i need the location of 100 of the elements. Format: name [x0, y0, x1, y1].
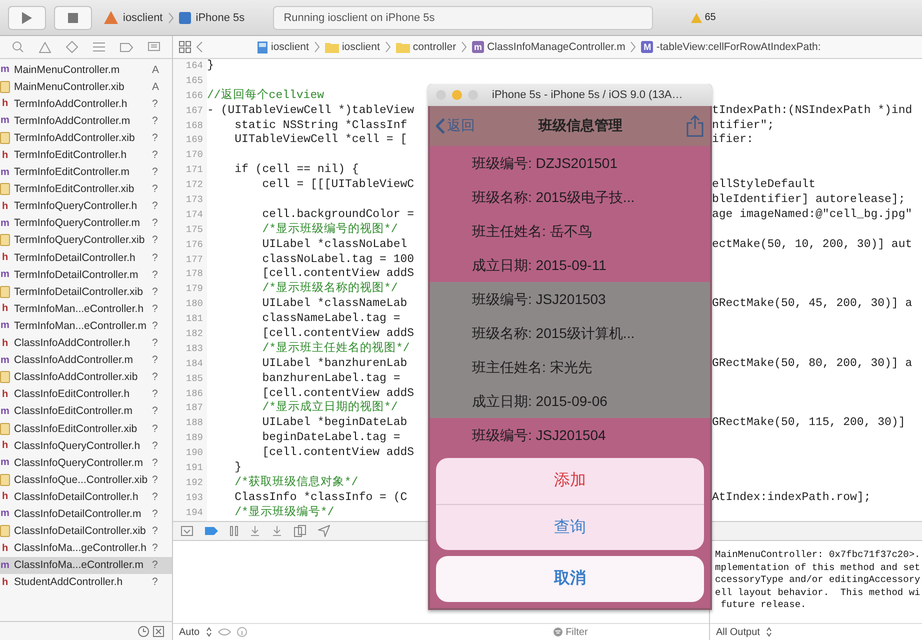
- file-item[interactable]: ClassInfoDetailController.xib ?: [0, 522, 172, 540]
- line-number: 164: [186, 60, 203, 71]
- file-item[interactable]: h TermInfoMan...eController.h ?: [0, 300, 172, 318]
- file-item[interactable]: ClassInfoAddController.xib ?: [0, 368, 172, 386]
- zoom-button[interactable]: [468, 90, 478, 100]
- file-item[interactable]: h TermInfoAddController.h ?: [0, 95, 172, 112]
- file-item[interactable]: m ClassInfoEditController.m ?: [0, 402, 172, 420]
- file-item[interactable]: m TermInfoDetailController.m ?: [0, 266, 172, 284]
- file-item[interactable]: h TermInfoEditController.h ?: [0, 146, 172, 164]
- file-item[interactable]: m TermInfoMan...eController.m ?: [0, 317, 172, 334]
- file-item[interactable]: m MainMenuController.m A: [0, 61, 172, 78]
- run-button[interactable]: [8, 6, 46, 30]
- code-line: if (cell == nil) {: [234, 163, 359, 176]
- file-item[interactable]: h TermInfoQueryController.h ?: [0, 198, 172, 215]
- file-item[interactable]: m TermInfoQueryController.m ?: [0, 214, 172, 232]
- file-item[interactable]: h StudentAddController.h ?: [0, 574, 172, 591]
- file-item[interactable]: TermInfoDetailController.xib ?: [0, 283, 172, 300]
- activity-status: Running iosclient on iPhone 5s: [272, 6, 653, 30]
- file-item[interactable]: m ClassInfoQueryController.m ?: [0, 454, 172, 472]
- line-number: 194: [186, 506, 203, 518]
- eye-icon: [218, 628, 231, 636]
- file-item[interactable]: h ClassInfoMa...geController.h ?: [0, 540, 172, 557]
- file-item[interactable]: m ClassInfoAddController.m ?: [0, 352, 172, 369]
- filter-icon: [552, 627, 563, 637]
- file-item[interactable]: m ClassInfoMa...eController.m ?: [0, 556, 172, 574]
- close-button[interactable]: [436, 90, 446, 100]
- tag-icon: [120, 42, 134, 52]
- file-item[interactable]: ClassInfoQue...Controller.xib ?: [0, 471, 172, 488]
- back-chevron-icon: [196, 41, 203, 53]
- file-item[interactable]: h TermInfoDetailController.h ?: [0, 249, 172, 266]
- square-x-icon: [153, 626, 164, 636]
- code-line: [cell.contentView addS: [261, 327, 414, 340]
- cancel-button[interactable]: 取消: [436, 556, 704, 602]
- file-item[interactable]: TermInfoAddController.xib ?: [0, 129, 172, 146]
- file-item[interactable]: h ClassInfoDetailController.h ?: [0, 488, 172, 506]
- minimize-button[interactable]: [452, 90, 462, 100]
- breadcrumb-item[interactable]: iosclient: [342, 41, 380, 53]
- output-selector[interactable]: All Output: [716, 626, 760, 638]
- stepper-icon: [206, 627, 212, 637]
- warning-outline-icon: [38, 42, 51, 52]
- chevron-icon: [314, 41, 320, 53]
- file-item[interactable]: m TermInfoEditController.m ?: [0, 164, 172, 181]
- file-type-label: m: [0, 115, 10, 126]
- console-line: ell layout behavior. This method wi: [715, 586, 922, 599]
- cell-text: 班主任姓名: 宋光先: [472, 358, 593, 377]
- file-type-label: m: [0, 269, 10, 280]
- stop-button[interactable]: [54, 6, 92, 30]
- filter-field[interactable]: Filter: [552, 626, 588, 638]
- code-line: [cell.contentView addS: [261, 386, 414, 400]
- file-item[interactable]: TermInfoQueryController.xib ?: [0, 232, 172, 250]
- warning-icon: [690, 12, 702, 22]
- file-item[interactable]: h ClassInfoEditController.h ?: [0, 386, 172, 403]
- file-item[interactable]: TermInfoEditController.xib ?: [0, 180, 172, 198]
- file-type-label: m: [0, 457, 10, 468]
- warning-count[interactable]: 65: [704, 12, 716, 23]
- line-number: 187: [186, 402, 203, 414]
- scheme-name[interactable]: iosclient: [123, 12, 163, 24]
- code-line: UILabel *banzhurenLab: [261, 356, 408, 370]
- file-item[interactable]: ClassInfoEditController.xib ?: [0, 420, 172, 438]
- code-line: - (UITableViewCell *)tableView: [207, 104, 414, 117]
- file-type-label: h: [0, 303, 10, 314]
- window-title: iPhone 5s - iPhone 5s / iOS 9.0 (13A…: [492, 89, 683, 101]
- console-line: MainMenuController: 0x7fbc71f37c20>.: [715, 549, 922, 562]
- chevron-icon: [461, 41, 468, 53]
- breadcrumb-item[interactable]: ClassInfoManageController.m: [487, 41, 626, 53]
- scope-selector[interactable]: Auto: [179, 626, 200, 638]
- breadcrumb-item[interactable]: controller: [412, 41, 456, 53]
- code-line: [cell.contentView addS: [261, 446, 414, 460]
- line-number: 188: [186, 417, 203, 428]
- device-name[interactable]: iPhone 5s: [196, 12, 245, 24]
- line-number: 176: [186, 238, 203, 250]
- console-line: future release.: [720, 599, 808, 612]
- file-item[interactable]: m ClassInfoDetailController.m ?: [0, 505, 172, 523]
- stepper-icon: [766, 627, 772, 637]
- file-item[interactable]: h ClassInfoAddController.h ?: [0, 334, 172, 352]
- interface-file-icon: [0, 474, 10, 486]
- file-type-label: h: [0, 542, 10, 554]
- line-number: 184: [186, 358, 203, 369]
- line-number: 165: [186, 74, 203, 86]
- class-cell[interactable]: 班级编号: JSJ201503 班级名称: 2015级计算机... 班主任姓名: 宋光先 成立日期: 2015-09-06: [430, 282, 710, 418]
- file-type-label: m: [0, 560, 10, 571]
- cell-text: 班级名称: 2015级计算机...: [472, 324, 636, 343]
- pause-icon: [230, 526, 238, 536]
- cell-text: 班级编号: JSJ201503: [472, 290, 607, 309]
- line-number: 174: [186, 208, 203, 220]
- action-button[interactable]: 添加: [436, 458, 704, 504]
- breadcrumb-item[interactable]: -tableView:cellForRowAtIndexPath:: [656, 41, 821, 53]
- file-item[interactable]: h ClassInfoQueryController.h ?: [0, 437, 172, 454]
- line-number: 183: [186, 342, 203, 354]
- code-line: UILabel *classNameLab: [261, 297, 408, 310]
- file-item[interactable]: MainMenuController.xib A: [0, 78, 172, 96]
- file-type-label: m: [0, 64, 10, 76]
- line-number: 175: [186, 224, 203, 235]
- file-type-label: h: [0, 150, 10, 161]
- grid-icon: [179, 41, 191, 53]
- code-line: /*显示班级名称的视图*/: [261, 282, 398, 296]
- share-icon: [686, 115, 704, 137]
- file-item[interactable]: m TermInfoAddController.m ?: [0, 112, 172, 130]
- line-number: 172: [186, 179, 203, 190]
- breadcrumb-item[interactable]: iosclient: [271, 41, 309, 53]
